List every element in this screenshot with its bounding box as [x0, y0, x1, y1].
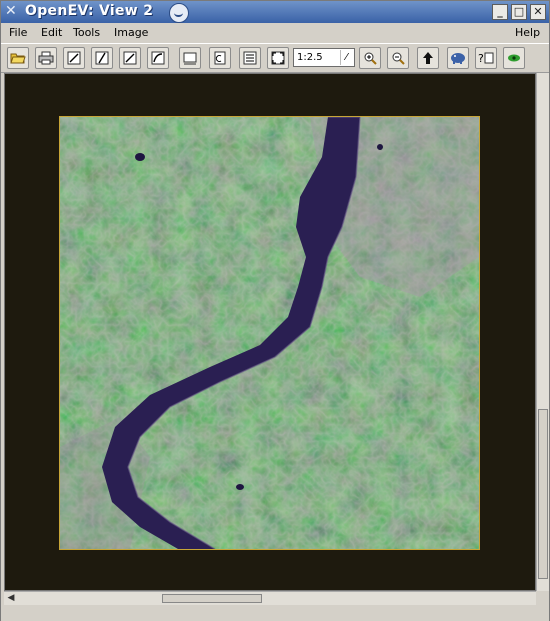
up-arrow-icon[interactable]: [417, 47, 439, 69]
openev-logo-icon: [169, 3, 189, 23]
roi-icon[interactable]: [179, 47, 201, 69]
vertical-scroll-thumb[interactable]: [538, 409, 548, 579]
eye-icon[interactable]: [503, 47, 525, 69]
svg-text:?: ?: [478, 52, 484, 65]
open-folder-icon[interactable]: [7, 47, 29, 69]
scroll-left-arrow-icon[interactable]: ◀: [5, 593, 17, 604]
menu-tools[interactable]: Tools: [73, 26, 100, 39]
zoom-in-icon[interactable]: [359, 47, 381, 69]
zoom-out-icon[interactable]: [387, 47, 409, 69]
menu-help[interactable]: Help: [515, 26, 540, 39]
window-title: OpenEV: View 2: [25, 3, 154, 19]
vertical-scrollbar[interactable]: [536, 73, 549, 591]
draw-slash2-icon[interactable]: [119, 47, 141, 69]
zoom-level-dropdown[interactable]: ⁄: [340, 50, 352, 65]
map-view-canvas[interactable]: [4, 73, 536, 591]
close-button[interactable]: ✕: [530, 4, 546, 20]
list-icon[interactable]: [239, 47, 261, 69]
openev-window: ✕ OpenEV: View 2 _ □ ✕ File Edit Tools I…: [0, 0, 550, 621]
zoom-level-field[interactable]: 1:2.5 ⁄: [293, 48, 355, 67]
window-menu-icon[interactable]: ✕: [5, 4, 19, 18]
copy-icon[interactable]: [209, 47, 231, 69]
help-icon[interactable]: ?: [475, 47, 497, 69]
satellite-image[interactable]: [59, 116, 480, 550]
menu-bar: File Edit Tools Image Help: [1, 23, 549, 43]
zoom-level-value: 1:2.5: [297, 52, 323, 63]
print-icon[interactable]: [35, 47, 57, 69]
maximize-button[interactable]: □: [511, 4, 527, 20]
title-bar[interactable]: ✕ OpenEV: View 2 _ □ ✕: [1, 1, 549, 23]
toolbar: 1:2.5 ⁄ ?: [1, 43, 549, 73]
draw-line-icon[interactable]: [63, 47, 85, 69]
horizontal-scroll-thumb[interactable]: [162, 594, 262, 603]
elephant-icon[interactable]: [447, 47, 469, 69]
draw-slash-icon[interactable]: [91, 47, 113, 69]
menu-image[interactable]: Image: [114, 26, 148, 39]
fit-extents-icon[interactable]: [267, 47, 289, 69]
minimize-button[interactable]: _: [492, 4, 508, 20]
draw-curve-icon[interactable]: [147, 47, 169, 69]
status-bar: [1, 605, 549, 621]
menu-file[interactable]: File: [9, 26, 27, 39]
menu-edit[interactable]: Edit: [41, 26, 62, 39]
horizontal-scrollbar[interactable]: ◀: [4, 591, 536, 605]
